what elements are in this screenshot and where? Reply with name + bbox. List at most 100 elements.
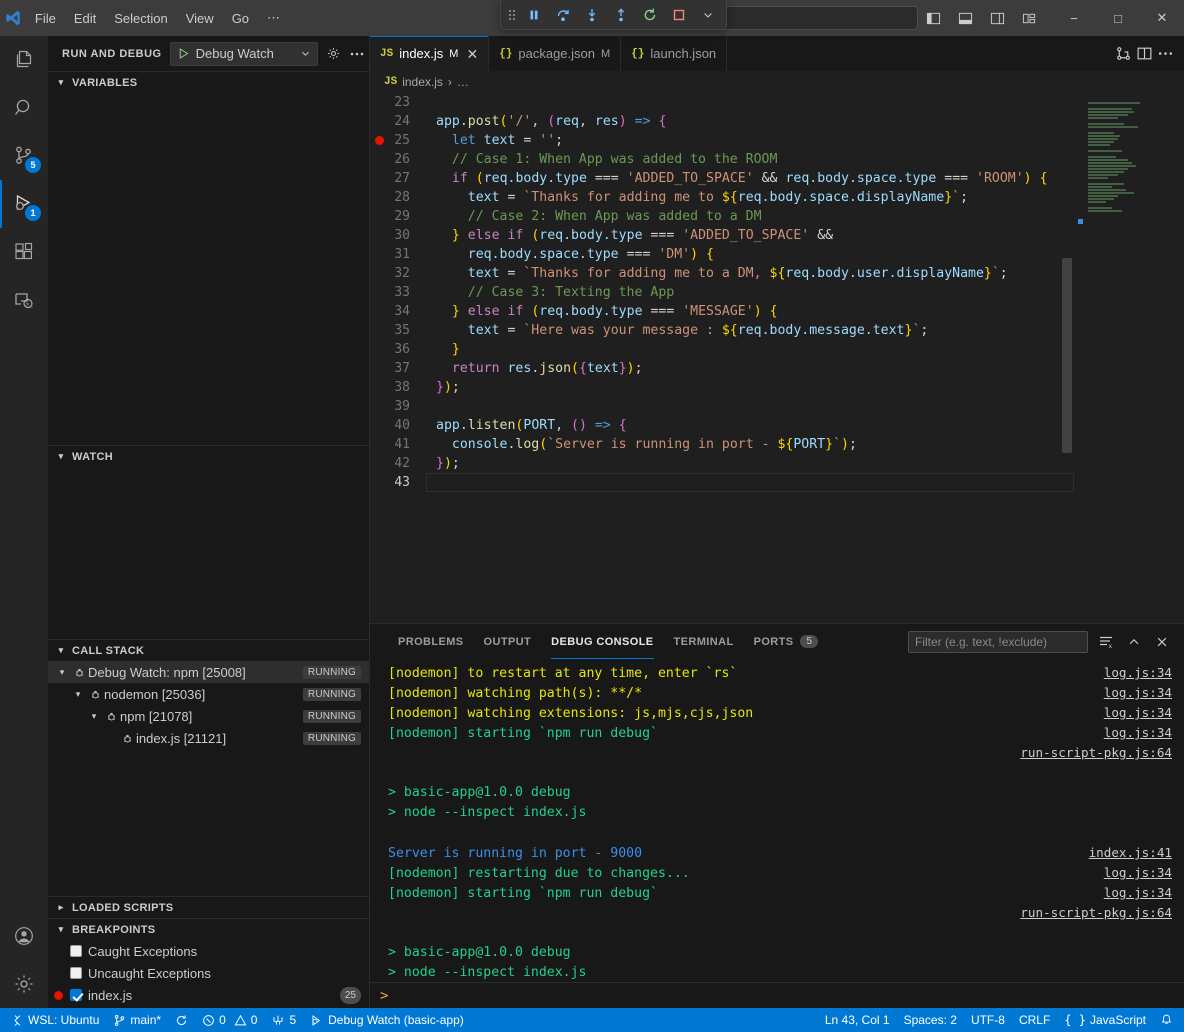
line-number[interactable]: 40 [370, 416, 426, 435]
editor-tab[interactable]: {}launch.json [621, 36, 727, 71]
status-editor-position[interactable]: Ln 43, Col 1 [818, 1008, 897, 1032]
chevron-down-icon[interactable]: ▾ [86, 711, 102, 722]
close-panel-icon[interactable] [1152, 632, 1172, 652]
console-source-link[interactable]: log.js:34 [1104, 863, 1172, 883]
breakpoint-row[interactable]: index.js25 [48, 984, 369, 1006]
line-number[interactable]: 33 [370, 283, 426, 302]
breadcrumb-file[interactable]: index.js [402, 75, 443, 89]
status-problems[interactable]: 0 0 [195, 1008, 264, 1032]
clear-console-icon[interactable]: x [1096, 632, 1116, 652]
chevron-down-icon[interactable] [694, 2, 722, 28]
status-indentation[interactable]: Spaces: 2 [897, 1008, 964, 1032]
activity-explorer[interactable] [0, 36, 48, 84]
status-encoding[interactable]: UTF-8 [964, 1008, 1012, 1032]
call-stack-row[interactable]: ▾Debug Watch: npm [25008]RUNNING [48, 661, 369, 683]
console-source-link[interactable]: run-script-pkg.js:64 [1020, 743, 1172, 763]
line-number[interactable]: 37 [370, 359, 426, 378]
split-editor-icon[interactable] [1136, 45, 1153, 62]
sidebar-more-actions-icon[interactable] [349, 43, 365, 65]
line-number[interactable]: 34 [370, 302, 426, 321]
line-number[interactable]: 41 [370, 435, 426, 454]
menu-go[interactable]: Go [223, 8, 258, 29]
status-eol[interactable]: CRLF [1012, 1008, 1057, 1032]
stop-button[interactable] [665, 2, 693, 28]
breadcrumb-symbol[interactable]: … [457, 75, 469, 89]
line-number[interactable]: 23 [370, 93, 426, 112]
collapse-panel-icon[interactable] [1124, 632, 1144, 652]
console-source-link[interactable]: log.js:34 [1104, 883, 1172, 903]
menu-selection[interactable]: Selection [105, 8, 176, 29]
line-number[interactable]: 24 [370, 112, 426, 131]
line-number[interactable]: 32 [370, 264, 426, 283]
status-debug-session[interactable]: Debug Watch (basic-app) [303, 1008, 471, 1032]
call-stack-row[interactable]: ▾npm [21078]RUNNING [48, 705, 369, 727]
panel-tab[interactable]: DEBUG CONSOLE [541, 624, 663, 659]
chevron-down-icon[interactable]: ▾ [54, 667, 70, 678]
toggle-primary-sidebar-icon[interactable] [918, 3, 948, 33]
window-minimize-button[interactable]: − [1052, 0, 1096, 36]
line-number[interactable]: 36 [370, 340, 426, 359]
activity-run-and-debug[interactable]: 1 [0, 180, 48, 228]
panel-tab[interactable]: PORTS5 [744, 624, 829, 659]
line-number[interactable]: 29 [370, 207, 426, 226]
close-icon[interactable]: ✕ [466, 47, 478, 61]
minimap[interactable] [1074, 93, 1184, 623]
line-number[interactable]: 31 [370, 245, 426, 264]
status-notifications[interactable] [1153, 1008, 1180, 1032]
line-number[interactable]: 26 [370, 150, 426, 169]
line-number[interactable]: 39 [370, 397, 426, 416]
customize-layout-icon[interactable] [1014, 3, 1044, 33]
activity-source-control[interactable]: 5 [0, 132, 48, 180]
console-source-link[interactable]: log.js:34 [1104, 703, 1172, 723]
section-call-stack-header[interactable]: ▾ CALL STACK [48, 639, 369, 661]
console-source-link[interactable]: log.js:34 [1104, 683, 1172, 703]
chevron-down-icon[interactable] [300, 48, 311, 59]
status-remote[interactable]: WSL: Ubuntu [4, 1008, 106, 1032]
window-close-button[interactable]: ✕ [1140, 0, 1184, 36]
console-source-link[interactable]: index.js:41 [1089, 843, 1172, 863]
window-maximize-button[interactable]: □ [1096, 0, 1140, 36]
breakpoint-checkbox[interactable] [70, 945, 82, 957]
step-out-button[interactable] [607, 2, 635, 28]
console-source-link[interactable]: log.js:34 [1104, 663, 1172, 683]
panel-tab[interactable]: TERMINAL [664, 624, 744, 659]
launch-configuration-select[interactable]: Debug Watch [170, 42, 318, 66]
drag-handle-icon[interactable] [505, 8, 519, 22]
console-filter-input[interactable]: Filter (e.g. text, !exclude) [908, 631, 1088, 653]
menu-more[interactable]: ⋯ [258, 7, 289, 29]
debug-console-input[interactable]: > [370, 982, 1184, 1008]
activity-accounts[interactable] [0, 912, 48, 960]
section-variables-header[interactable]: ▾ VARIABLES [48, 71, 369, 93]
line-number[interactable]: 43 [370, 473, 426, 492]
panel-tab[interactable]: PROBLEMS [388, 624, 474, 659]
toggle-secondary-sidebar-icon[interactable] [982, 3, 1012, 33]
breakpoint-checkbox[interactable] [70, 967, 82, 979]
status-sync[interactable] [168, 1008, 195, 1032]
status-language-mode[interactable]: { } JavaScript [1057, 1008, 1153, 1032]
line-number[interactable]: 25 [370, 131, 426, 150]
breakpoint-dot-icon[interactable] [375, 136, 384, 145]
breakpoint-row[interactable]: Uncaught Exceptions [48, 962, 369, 984]
run-source-control-icon[interactable] [1115, 45, 1132, 62]
breakpoint-row[interactable]: Caught Exceptions [48, 940, 369, 962]
call-stack-row[interactable]: index.js [21121]RUNNING [48, 727, 369, 749]
restart-button[interactable] [636, 2, 664, 28]
debug-console-output[interactable]: [nodemon] to restart at any time, enter … [370, 659, 1184, 982]
section-loaded-scripts-header[interactable]: ▸ LOADED SCRIPTS [48, 896, 369, 918]
status-branch[interactable]: main* [106, 1008, 168, 1032]
play-icon[interactable] [177, 47, 190, 60]
menu-edit[interactable]: Edit [65, 8, 105, 29]
activity-remote-explorer[interactable]: >_ [0, 276, 48, 324]
editor-more-actions-icon[interactable] [1157, 45, 1174, 62]
console-source-link[interactable]: log.js:34 [1104, 723, 1172, 743]
activity-settings[interactable] [0, 960, 48, 1008]
debug-settings-gear-icon[interactable] [326, 43, 341, 65]
console-source-link[interactable]: run-script-pkg.js:64 [1020, 903, 1172, 923]
section-watch-header[interactable]: ▾ WATCH [48, 445, 369, 467]
panel-tab[interactable]: OUTPUT [474, 624, 542, 659]
menu-view[interactable]: View [177, 8, 223, 29]
pause-button[interactable] [520, 2, 548, 28]
editor-scrollbar[interactable] [1062, 258, 1072, 453]
line-number[interactable]: 30 [370, 226, 426, 245]
line-number[interactable]: 28 [370, 188, 426, 207]
